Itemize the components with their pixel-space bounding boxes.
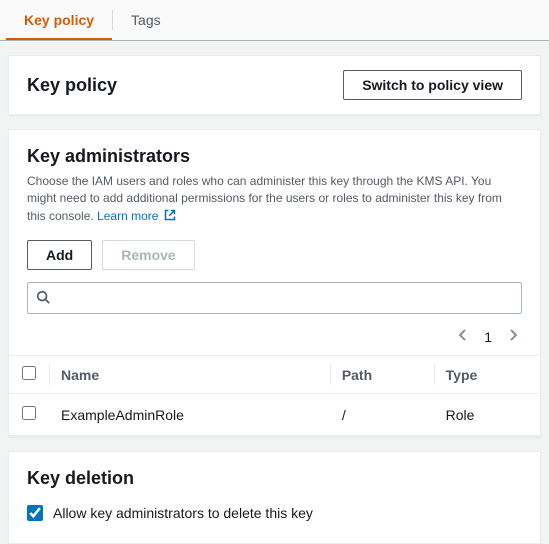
pagination: 1 — [9, 322, 540, 355]
prev-page-button[interactable] — [458, 328, 468, 345]
tab-tags[interactable]: Tags — [113, 0, 179, 40]
cell-name: ExampleAdminRole — [49, 394, 330, 436]
add-button-label: Add — [46, 247, 73, 263]
tab-key-policy-label: Key policy — [24, 12, 94, 28]
key-administrators-description: Choose the IAM users and roles who can a… — [9, 173, 540, 236]
key-policy-panel: Key policy Switch to policy view — [8, 55, 541, 115]
search-icon — [36, 290, 50, 307]
column-name[interactable]: Name — [49, 356, 330, 394]
key-administrators-panel: Key administrators Choose the IAM users … — [8, 129, 541, 437]
key-administrators-title: Key administrators — [9, 130, 540, 173]
search-box[interactable] — [27, 282, 522, 314]
tab-tags-label: Tags — [131, 12, 161, 28]
column-select — [9, 356, 49, 394]
remove-button[interactable]: Remove — [102, 240, 194, 270]
column-path[interactable]: Path — [330, 356, 434, 394]
switch-button-label: Switch to policy view — [362, 77, 503, 93]
search-wrap — [9, 282, 540, 322]
key-deletion-row: Allow key administrators to delete this … — [9, 495, 540, 539]
chevron-left-icon — [458, 328, 468, 342]
page-number: 1 — [484, 329, 492, 345]
page-title: Key policy — [27, 75, 117, 96]
select-all-checkbox[interactable] — [22, 366, 36, 380]
learn-more-label: Learn more — [97, 209, 158, 223]
tabs-bar: Key policy Tags — [0, 0, 549, 41]
row-select-checkbox[interactable] — [22, 406, 36, 420]
key-deletion-panel: Key deletion Allow key administrators to… — [8, 451, 541, 544]
learn-more-link[interactable]: Learn more — [97, 209, 176, 223]
key-deletion-title: Key deletion — [9, 452, 540, 495]
allow-delete-label: Allow key administrators to delete this … — [53, 505, 313, 521]
add-button[interactable]: Add — [27, 240, 92, 270]
tab-key-policy[interactable]: Key policy — [6, 0, 112, 40]
next-page-button[interactable] — [508, 328, 518, 345]
search-input[interactable] — [50, 286, 513, 310]
column-type[interactable]: Type — [434, 356, 540, 394]
cell-path: / — [330, 394, 434, 436]
chevron-right-icon — [508, 328, 518, 342]
allow-delete-checkbox[interactable] — [27, 505, 43, 521]
switch-to-policy-view-button[interactable]: Switch to policy view — [343, 70, 522, 100]
table-row: ExampleAdminRole / Role — [9, 394, 540, 436]
cell-type: Role — [434, 394, 540, 436]
admin-action-row: Add Remove — [9, 236, 540, 282]
external-link-icon — [164, 209, 176, 226]
admins-table: Name Path Type ExampleAdminRole / Role — [9, 355, 540, 436]
remove-button-label: Remove — [121, 247, 175, 263]
key-policy-header: Key policy Switch to policy view — [9, 56, 540, 114]
